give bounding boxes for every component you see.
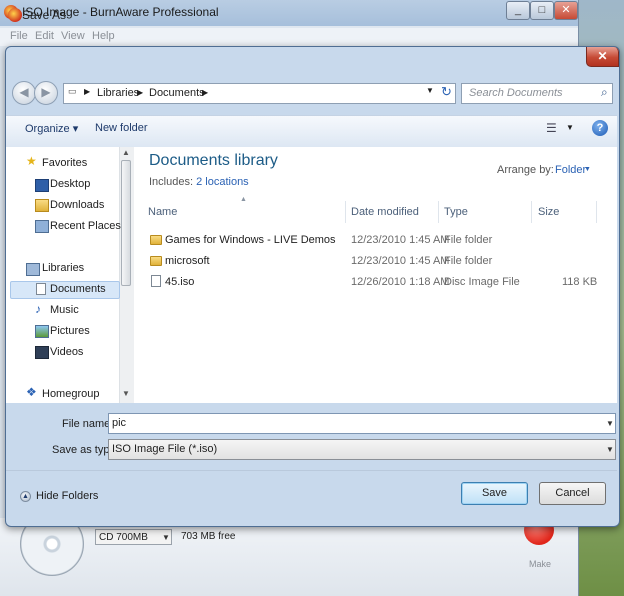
file-type: File folder: [444, 255, 493, 267]
file-type: Disc Image File: [444, 276, 520, 288]
search-icon[interactable]: ⌕: [601, 85, 608, 100]
menu-help[interactable]: Help: [92, 30, 115, 42]
scroll-up-icon[interactable]: ▲: [122, 148, 130, 157]
nav-music[interactable]: Music: [50, 304, 79, 316]
save-button[interactable]: Save: [461, 482, 528, 505]
menu-edit[interactable]: Edit: [35, 30, 54, 42]
chevron-down-icon[interactable]: ▼: [606, 414, 614, 433]
folder-icon: [150, 235, 162, 245]
burnaware-menubar: [0, 28, 578, 46]
star-icon: ★: [26, 154, 37, 168]
disc-type-select[interactable]: CD 700MB ▼: [95, 529, 172, 545]
chevron-down-icon[interactable]: ▼: [584, 166, 591, 173]
burnaware-bottom-panel: [0, 518, 578, 596]
documents-icon: [36, 283, 46, 295]
nav-recent-places[interactable]: Recent Places: [50, 220, 121, 232]
column-size[interactable]: Size: [538, 206, 559, 218]
nav-downloads[interactable]: Downloads: [50, 199, 104, 211]
libraries-icon: [26, 263, 40, 276]
minimize-button[interactable]: _: [506, 1, 530, 20]
save-type-select[interactable]: ISO Image File (*.iso) ▼: [108, 439, 616, 460]
music-icon: ♪: [35, 302, 41, 316]
column-separator[interactable]: [596, 201, 597, 223]
dialog-close-button[interactable]: ✕: [586, 47, 619, 67]
nav-favorites[interactable]: Favorites: [42, 157, 87, 169]
disc-image-icon: [151, 275, 161, 287]
file-name-value: pic: [112, 417, 127, 429]
nav-scrollbar-thumb[interactable]: [121, 160, 131, 286]
column-type[interactable]: Type: [444, 206, 468, 218]
file-type: File folder: [444, 234, 493, 246]
includes-label: Includes:: [149, 176, 194, 188]
maximize-button[interactable]: □: [530, 1, 554, 20]
column-separator[interactable]: [438, 201, 439, 223]
close-window-button[interactable]: ✕: [554, 1, 578, 20]
desktop-icon: [35, 179, 49, 192]
chevron-right-icon[interactable]: ▶: [84, 87, 90, 96]
forward-arrow-icon[interactable]: ▶: [34, 81, 58, 105]
menu-view[interactable]: View: [61, 30, 85, 42]
chevron-up-icon[interactable]: ▲: [20, 491, 31, 502]
includes-locations-link[interactable]: 2 locations: [196, 176, 249, 188]
new-folder-button[interactable]: New folder: [95, 122, 148, 134]
cancel-button[interactable]: Cancel: [539, 482, 606, 505]
file-name[interactable]: microsoft: [165, 255, 210, 267]
file-date: 12/26/2010 1:18 AM: [351, 276, 450, 288]
downloads-icon: [35, 199, 49, 212]
hide-folders-button[interactable]: Hide Folders: [36, 490, 98, 502]
dialog-title: Save As: [22, 8, 67, 22]
column-date-modified[interactable]: Date modified: [351, 206, 419, 218]
scroll-down-icon[interactable]: ▼: [122, 389, 130, 398]
free-space-label: 703 MB free: [181, 531, 236, 542]
column-separator[interactable]: [531, 201, 532, 223]
file-name[interactable]: Games for Windows - LIVE Demos: [165, 234, 336, 246]
chevron-down-icon[interactable]: ▼: [606, 440, 614, 459]
library-includes: Includes: 2 locations: [149, 176, 249, 188]
back-arrow-icon[interactable]: ◀: [12, 81, 36, 105]
arrange-by-dropdown[interactable]: Folder: [555, 164, 586, 176]
nav-videos[interactable]: Videos: [50, 346, 83, 358]
nav-pictures[interactable]: Pictures: [50, 325, 90, 337]
nav-desktop[interactable]: Desktop: [50, 178, 90, 190]
folder-icon: ▭: [68, 86, 77, 96]
chevron-down-icon: ▼: [162, 533, 170, 542]
file-name-label: File name:: [62, 418, 114, 430]
nav-homegroup[interactable]: Homegroup: [42, 388, 99, 400]
nav-documents[interactable]: Documents: [50, 283, 106, 295]
address-dropdown-icon[interactable]: ▼: [426, 86, 434, 95]
sort-ascending-icon: ▲: [240, 196, 247, 203]
breadcrumb-documents[interactable]: Documents: [149, 87, 205, 99]
file-name[interactable]: 45.iso: [165, 276, 194, 288]
column-name[interactable]: Name: [148, 206, 177, 218]
pictures-icon: [35, 325, 49, 338]
file-date: 12/23/2010 1:45 AM: [351, 234, 450, 246]
chevron-right-icon[interactable]: ▶: [202, 88, 208, 97]
make-label: Make: [529, 559, 552, 569]
menu-file[interactable]: File: [10, 30, 28, 42]
dialog-app-icon: [8, 8, 22, 22]
search-placeholder: Search Documents: [469, 87, 563, 99]
disc-type-value: CD 700MB: [99, 532, 148, 543]
chevron-down-icon[interactable]: ▼: [566, 123, 574, 132]
help-icon[interactable]: ?: [592, 120, 608, 136]
file-date: 12/23/2010 1:45 AM: [351, 255, 450, 267]
chevron-right-icon[interactable]: ▶: [137, 88, 143, 97]
view-options-icon[interactable]: ☰: [546, 121, 557, 135]
breadcrumb-libraries[interactable]: Libraries: [97, 87, 139, 99]
videos-icon: [35, 346, 49, 359]
organize-button[interactable]: Organize ▾: [25, 122, 78, 135]
nav-libraries[interactable]: Libraries: [42, 262, 84, 274]
arrange-by-label: Arrange by:: [497, 164, 554, 176]
folder-icon: [150, 256, 162, 266]
library-title: Documents library: [149, 152, 278, 169]
refresh-icon[interactable]: ↻: [441, 84, 452, 100]
file-name-input[interactable]: pic ▼: [108, 413, 616, 434]
recent-places-icon: [35, 220, 49, 233]
save-type-value: ISO Image File (*.iso): [112, 443, 218, 455]
divider: [6, 470, 617, 471]
homegroup-icon: ❖: [26, 385, 37, 399]
file-size: 118 KB: [562, 276, 598, 288]
column-separator[interactable]: [345, 201, 346, 223]
